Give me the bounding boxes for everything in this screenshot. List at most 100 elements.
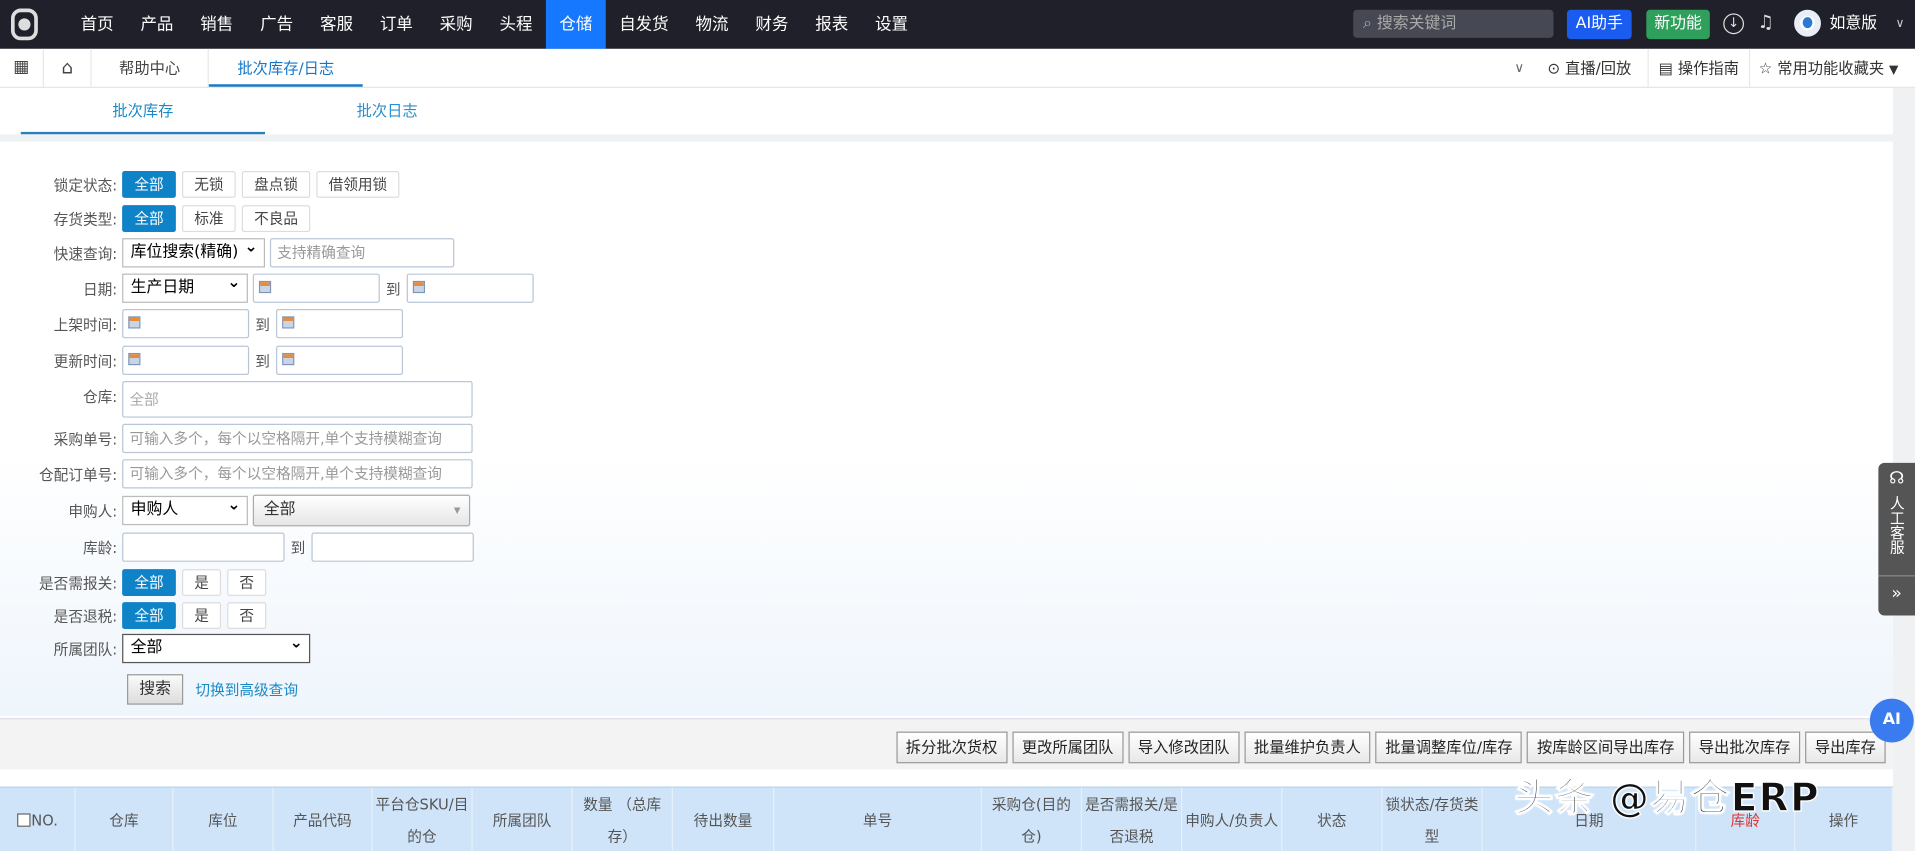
ai-floating-button[interactable]: AI <box>1869 698 1914 743</box>
nav-item[interactable]: 自发货 <box>606 0 682 49</box>
logo-icon[interactable] <box>0 0 49 49</box>
favorites-menu[interactable]: ☆ 常用功能收藏夹 ▼ <box>1748 48 1898 87</box>
nav-item[interactable]: 广告 <box>247 0 307 49</box>
requester-combo[interactable]: 全部 <box>252 494 471 527</box>
nav-item[interactable]: 仓储 <box>545 0 606 49</box>
customer-service-widget[interactable]: ☊ 人工客服 » <box>1878 462 1915 616</box>
headset-icon[interactable]: ♫ <box>1757 11 1773 33</box>
calendar-icon[interactable] <box>128 352 141 366</box>
nav-item[interactable]: 首页 <box>67 0 127 49</box>
calendar-icon[interactable] <box>282 316 295 329</box>
nav-item[interactable]: 报表 <box>802 0 862 49</box>
search-placeholder: 搜索关键词 <box>1376 14 1457 33</box>
column-header: 产品代码 <box>274 787 373 851</box>
watermark: 头条 @易仓ERP <box>1514 774 1820 822</box>
home-icon[interactable]: ⌂ <box>44 48 92 87</box>
nav-item[interactable]: 客服 <box>307 0 367 49</box>
tab-help-center[interactable]: 帮助中心 <box>92 48 209 87</box>
download-icon[interactable]: ↓ <box>1723 13 1745 35</box>
nav-item[interactable]: 财务 <box>742 0 802 49</box>
column-header-label: 所属团队 <box>492 811 552 829</box>
column-header-label: 申购人/负责人 <box>1185 811 1279 829</box>
quick-search-type-select[interactable]: 库位搜索(精确) <box>122 234 266 268</box>
avatar[interactable] <box>1794 9 1821 37</box>
requester-type-select[interactable]: 申购人 <box>122 492 248 526</box>
customs-option[interactable]: 否 <box>227 569 267 596</box>
tax-refund-option[interactable]: 否 <box>227 602 267 629</box>
action-button[interactable]: 导出库存 <box>1805 731 1886 764</box>
stock-age-label: 库龄: <box>82 539 118 557</box>
user-edition[interactable]: 如意版 <box>1830 0 1878 49</box>
requester-label: 申购人: <box>68 502 118 520</box>
tax-refund-option[interactable]: 是 <box>181 602 222 629</box>
nav-item[interactable]: 物流 <box>682 0 742 49</box>
calendar-icon[interactable] <box>282 352 295 366</box>
nav-item[interactable]: 设置 <box>862 0 922 49</box>
column-header: 待出数量 <box>673 787 775 851</box>
lock-option[interactable]: 无锁 <box>181 170 236 198</box>
lock-option[interactable]: 盘点锁 <box>241 170 311 198</box>
customs-option[interactable]: 是 <box>181 569 222 596</box>
document-icon: ▤ <box>1658 58 1673 77</box>
action-button[interactable]: 拆分批次货权 <box>896 731 1008 764</box>
quick-search-input[interactable]: 支持精确查询 <box>269 238 455 268</box>
divider <box>0 134 1894 142</box>
type-option[interactable]: 标准 <box>181 205 236 233</box>
sub-tabs: 批次库存 批次日志 <box>0 88 1915 135</box>
collapse-icon[interactable]: » <box>1878 575 1915 603</box>
type-option[interactable]: 全部 <box>122 205 176 233</box>
shelf-time-from-input[interactable] <box>122 308 250 339</box>
stock-age-from-input[interactable] <box>122 532 285 562</box>
nav-item[interactable]: 头程 <box>486 0 546 49</box>
column-header-label: 是否需报关/是否退税 <box>1085 795 1178 845</box>
po-number-input[interactable]: 可输入多个，每个以空格隔开,单个支持模糊查询 <box>122 423 473 454</box>
subtab-batch-inventory[interactable]: 批次库存 <box>20 88 266 135</box>
nav-item[interactable]: 产品 <box>127 0 187 49</box>
calendar-icon[interactable] <box>412 280 426 294</box>
action-button[interactable]: 批量调整库位/库存 <box>1375 731 1523 764</box>
calendar-icon[interactable] <box>258 280 272 294</box>
column-header: 数量 （总库存） <box>573 787 673 851</box>
warehouse-order-input[interactable]: 可输入多个，每个以空格隔开,单个支持模糊查询 <box>122 459 473 489</box>
date-to-input[interactable] <box>406 273 534 303</box>
action-button[interactable]: 导出批次库存 <box>1689 731 1801 764</box>
stock-age-to-input[interactable] <box>311 532 474 562</box>
type-option[interactable]: 不良品 <box>241 205 311 233</box>
customs-option[interactable]: 全部 <box>122 569 176 596</box>
column-header: 平台仓SKU/目的仓 <box>372 787 473 851</box>
chevron-down-icon[interactable]: ∨ <box>1895 0 1904 49</box>
new-features-button[interactable]: 新功能 <box>1646 9 1710 40</box>
nav-item[interactable]: 订单 <box>366 0 426 49</box>
advanced-search-link[interactable]: 切换到高级查询 <box>195 679 298 700</box>
nav-item[interactable]: 销售 <box>187 0 247 49</box>
calendar-icon[interactable] <box>128 316 141 329</box>
shelf-time-to-input[interactable] <box>276 308 404 339</box>
tab-batch-inventory-log[interactable]: 批次库存/日志 <box>208 49 363 87</box>
column-header[interactable]: NO. <box>0 787 76 851</box>
search-button[interactable]: 搜索 <box>127 674 184 705</box>
column-header-label: 操作 <box>1828 811 1859 829</box>
subtab-batch-log[interactable]: 批次日志 <box>265 88 509 134</box>
action-button[interactable]: 按库龄区间导出库存 <box>1527 731 1685 764</box>
tabs-dropdown-icon[interactable]: ∨ <box>1514 49 1524 87</box>
action-button[interactable]: 更改所属团队 <box>1012 731 1124 764</box>
date-type-select[interactable]: 生产日期 <box>122 270 248 303</box>
nav-item[interactable]: 采购 <box>426 0 486 49</box>
tax-refund-option[interactable]: 全部 <box>122 602 176 629</box>
select-all-checkbox[interactable] <box>16 813 31 827</box>
live-replay-link[interactable]: ⊙ 直播/回放 <box>1547 49 1631 87</box>
guide-link[interactable]: ▤ 操作指南 <box>1647 48 1739 87</box>
apps-grid-icon[interactable]: ▦ <box>0 48 44 87</box>
update-time-from-input[interactable] <box>122 345 250 375</box>
date-from-input[interactable] <box>252 273 380 303</box>
warehouse-input[interactable]: 全部 <box>122 381 473 418</box>
action-button[interactable]: 批量维护负责人 <box>1244 731 1371 764</box>
update-time-to-input[interactable] <box>276 345 404 375</box>
lock-option[interactable]: 借领用锁 <box>316 170 400 198</box>
po-number-label: 采购单号: <box>53 430 118 448</box>
team-select[interactable]: 全部 <box>122 630 311 664</box>
action-button[interactable]: 导入修改团队 <box>1128 731 1240 764</box>
global-search-input[interactable]: ⌕ 搜索关键词 <box>1353 9 1554 38</box>
lock-option[interactable]: 全部 <box>122 170 176 198</box>
ai-assistant-button[interactable]: AI助手 <box>1566 9 1632 40</box>
